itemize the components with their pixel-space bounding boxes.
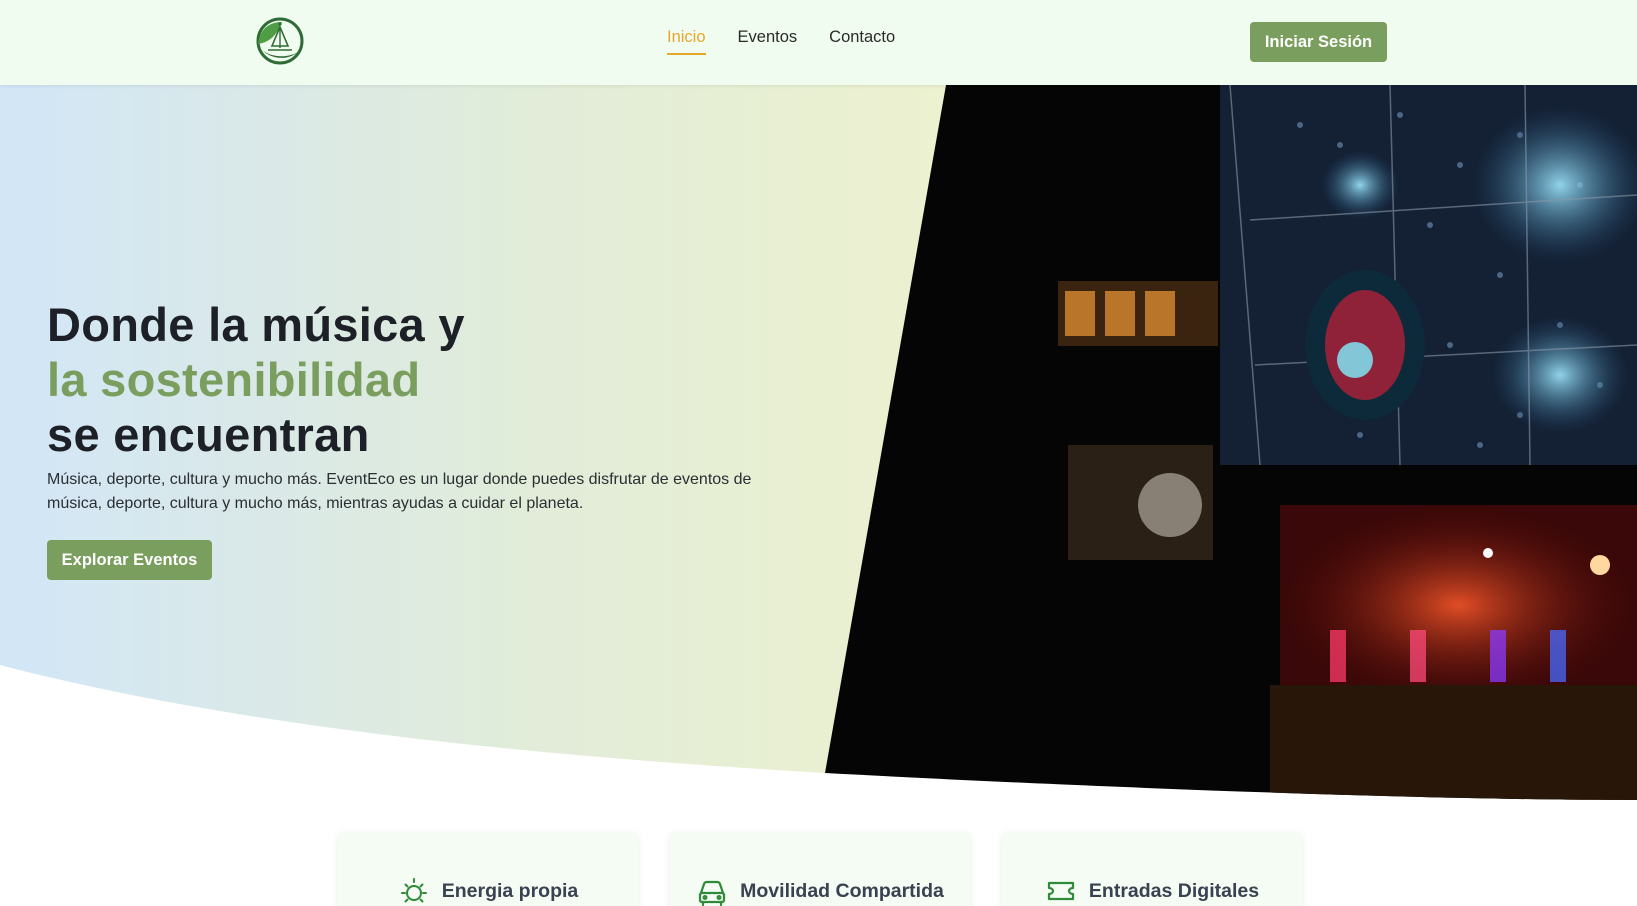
nav-link-inicio[interactable]: Inicio [667, 28, 706, 55]
hero-title-line3: se encuentran [47, 408, 370, 461]
main-nav: Inicio Eventos Contacto [667, 28, 895, 55]
nav-link-contacto[interactable]: Contacto [829, 28, 895, 55]
feature-label: Entradas Digitales [1088, 879, 1260, 902]
explore-events-button[interactable]: Explorar Eventos [47, 540, 212, 580]
navbar: Inicio Eventos Contacto Iniciar Sesión [0, 0, 1637, 85]
hero-concert-image [825, 85, 1637, 800]
car-icon [699, 880, 726, 906]
sun-icon [400, 878, 427, 903]
ticket-icon [1047, 881, 1075, 901]
hero-title: Donde la música y la sostenibilidad se e… [47, 297, 847, 462]
hero-title-line2: la sostenibilidad [47, 353, 421, 406]
hero-title-line1: Donde la música y [47, 298, 465, 351]
feature-label: Energia propia [441, 879, 579, 902]
nav-link-eventos[interactable]: Eventos [738, 28, 798, 55]
hero-description: Música, deporte, cultura y mucho más. Ev… [47, 471, 752, 512]
leaf-globe-logo-icon[interactable] [252, 14, 306, 66]
feature-label: Movilidad Compartida [740, 879, 944, 902]
feature-card-mobility: Movilidad Compartida [670, 832, 970, 906]
feature-card-energy: Energia propia [338, 832, 638, 906]
hero-content: Donde la música y la sostenibilidad se e… [47, 297, 847, 580]
feature-card-tickets: Entradas Digitales [1002, 832, 1302, 906]
login-button[interactable]: Iniciar Sesión [1250, 22, 1387, 62]
